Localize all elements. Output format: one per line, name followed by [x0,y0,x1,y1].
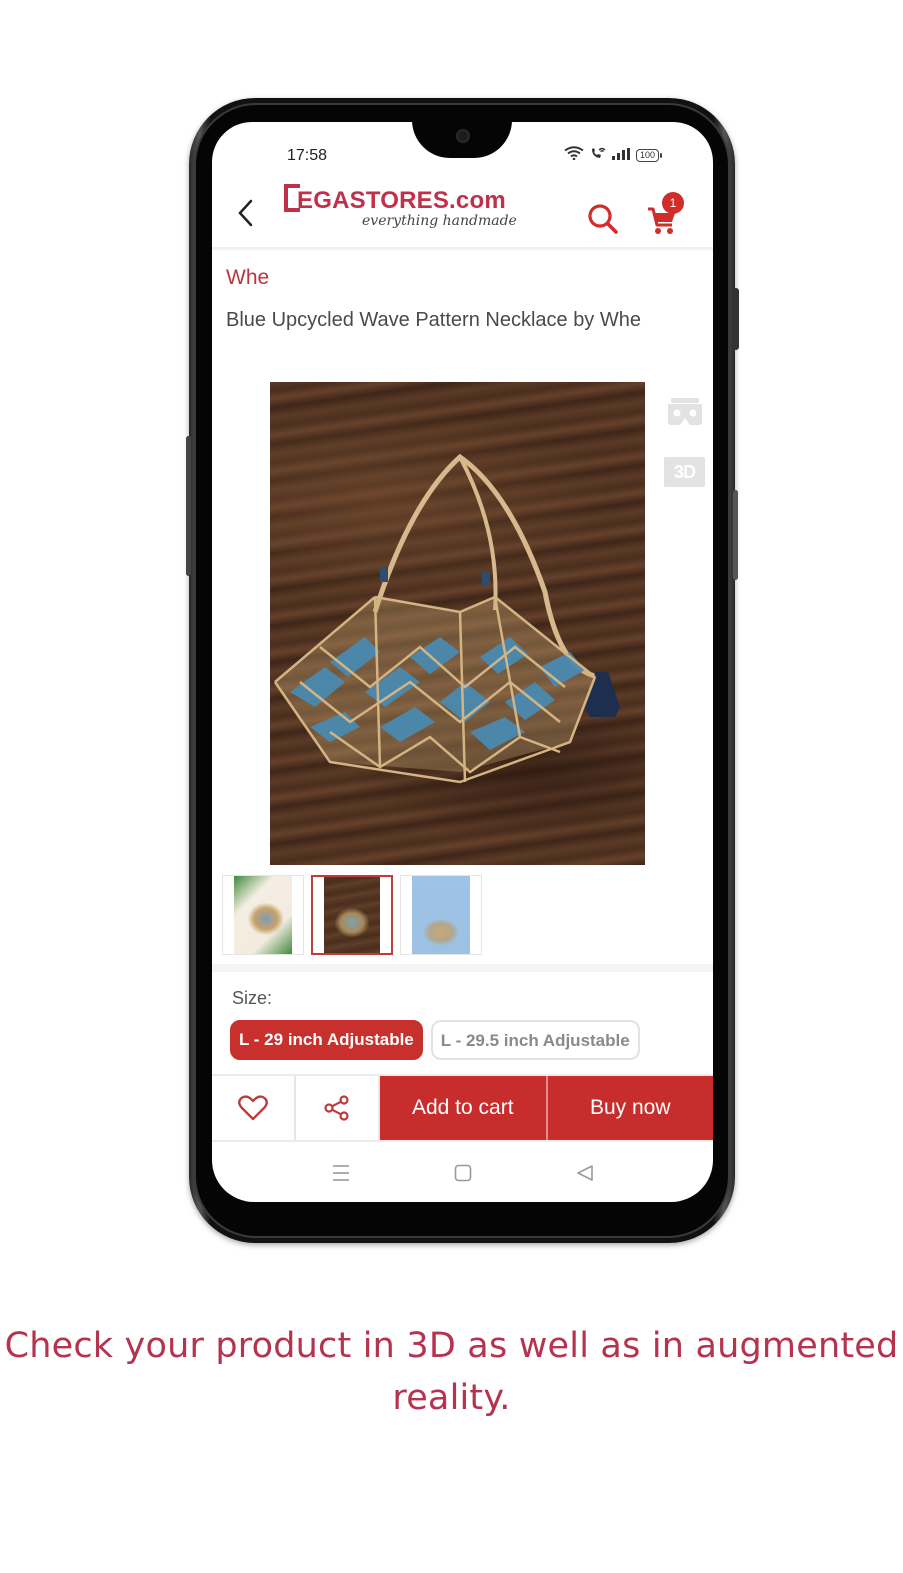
wishlist-button[interactable] [212,1076,296,1140]
size-options: L - 29 inch Adjustable L - 29.5 inch Adj… [230,1020,640,1060]
product-title: Blue Upcycled Wave Pattern Necklace by W… [226,309,641,331]
action-bar: Add to cart Buy now [212,1074,713,1142]
section-divider [212,964,713,972]
product-brand[interactable]: Whe [226,266,269,290]
phone-screen: 17:58 100 EGASTORES.com everything handm… [212,122,713,1202]
status-time: 17:58 [287,147,328,164]
thumbnail[interactable] [400,875,482,955]
home-icon [454,1164,471,1182]
back-triangle-icon [576,1165,593,1181]
thumbnail-strip [222,875,482,955]
logo-tagline: everything handmade [362,213,517,229]
search-button[interactable] [586,202,620,236]
size-label: Size: [232,988,273,1008]
power-button [733,288,739,350]
thumbnail-image [412,876,470,954]
thumbnail-selected[interactable] [311,875,393,955]
cart-count-badge: 1 [662,192,684,214]
search-icon [588,204,618,234]
buy-now-button[interactable]: Buy now [545,1076,713,1140]
share-icon [324,1095,349,1121]
logo-mark [284,184,300,212]
share-button[interactable] [296,1076,380,1140]
product-main-image[interactable] [270,382,645,865]
system-back-button[interactable] [574,1162,596,1184]
size-option-selected[interactable]: L - 29 inch Adjustable [230,1020,423,1060]
wifi-icon [564,146,584,165]
logo-text: EGASTORES.com [297,187,506,214]
volume-button [186,436,191,576]
signal-icon [612,147,630,165]
back-button[interactable] [234,198,258,228]
promo-caption: Check your product in 3D as well as in a… [4,1326,899,1418]
home-button[interactable] [452,1162,474,1184]
back-icon [238,199,253,227]
side-button [733,490,738,580]
vr-headset-icon [668,398,702,425]
thumbnail-image [234,876,292,954]
3d-view-button[interactable]: 3D [664,457,705,487]
recent-apps-button[interactable] [330,1162,352,1184]
necklace-illustration [273,453,620,784]
status-icons: 100 [564,146,663,165]
front-camera [456,129,470,143]
megastores-logo[interactable]: EGASTORES.com everything handmade [284,184,517,229]
ar-view-button[interactable] [667,398,703,426]
thumbnail-image [324,877,380,953]
add-to-cart-button[interactable]: Add to cart [380,1076,546,1140]
menu-icon [332,1165,349,1181]
size-option[interactable]: L - 29.5 inch Adjustable [430,1020,640,1060]
heart-icon [238,1095,268,1121]
battery-icon: 100 [636,149,663,162]
system-nav-bar [212,1144,713,1202]
cart-button[interactable]: 1 [646,192,686,238]
thumbnail[interactable] [222,875,304,955]
wifi-calling-icon [590,146,606,165]
app-header: EGASTORES.com everything handmade 1 [212,172,713,250]
